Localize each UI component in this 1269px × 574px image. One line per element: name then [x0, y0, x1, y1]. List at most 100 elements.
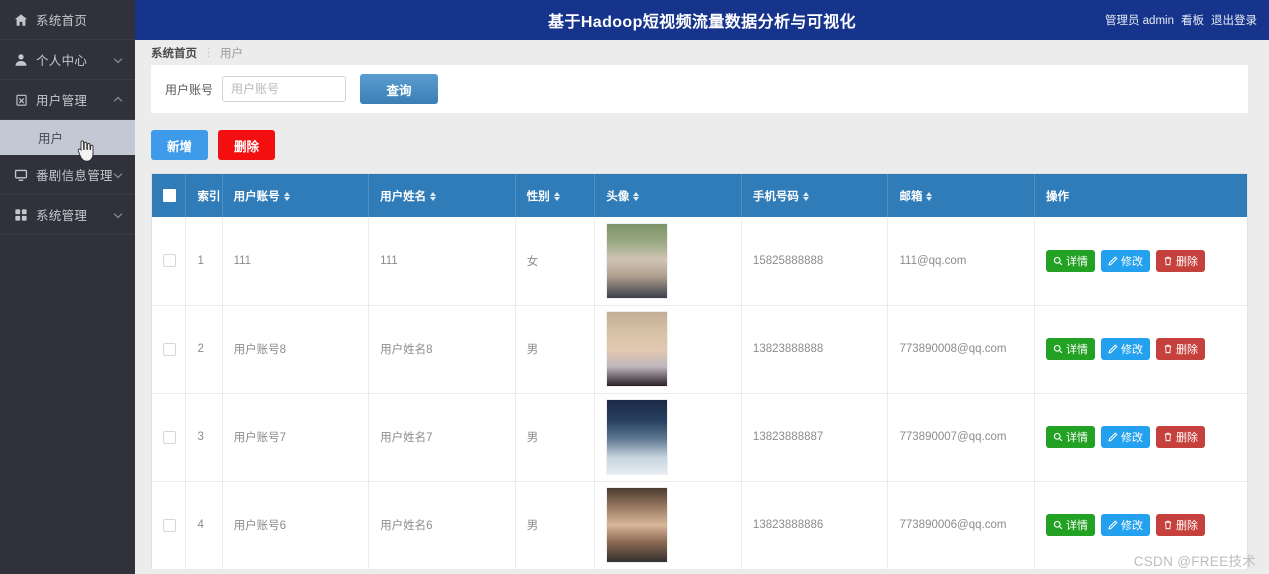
column-account-label: 用户账号 — [233, 190, 280, 203]
pencil-icon — [1108, 344, 1118, 354]
column-avatar-label: 头像 — [606, 190, 630, 203]
cell-email: 773890007@qq.com — [887, 393, 1036, 482]
column-index: 索引 — [185, 174, 223, 217]
row-delete-label: 删除 — [1176, 255, 1199, 268]
sidebar-item-personal-center[interactable]: 个人中心 — [0, 40, 135, 80]
avatar[interactable] — [606, 399, 669, 475]
row-detail-button[interactable]: 详情 — [1046, 338, 1096, 360]
search-input[interactable] — [222, 76, 347, 102]
sort-icon[interactable] — [430, 191, 437, 202]
row-delete-button[interactable]: 删除 — [1156, 426, 1206, 448]
cell-phone: 13823888888 — [741, 305, 889, 394]
topbar: 基于Hadoop短视频流量数据分析与可视化 管理员 admin 看板 退出登录 — [135, 0, 1269, 40]
table-row[interactable]: 4 用户账号6 用户姓名6 男 13823888886 773890006@qq.com 详… — [152, 481, 1247, 570]
cell-email: 773890006@qq.com — [887, 481, 1036, 570]
table-row[interactable]: 1 111 111 女 15825888888 111@qq.com 详情 修改 删除 — [152, 217, 1247, 306]
cell-account: 111 — [222, 217, 370, 306]
avatar[interactable] — [606, 222, 669, 299]
row-actions: 详情 修改 删除 — [1046, 514, 1236, 536]
cell-name: 用户姓名6 — [368, 481, 516, 570]
column-phone-label: 手机号码 — [752, 190, 799, 203]
logout-link[interactable]: 退出登录 — [1211, 12, 1257, 28]
row-edit-label: 修改 — [1121, 432, 1144, 444]
column-gender[interactable]: 性别 — [515, 174, 596, 217]
sidebar-item-home[interactable]: 系统首页 — [0, 0, 135, 40]
cell-avatar — [594, 393, 742, 482]
cell-account: 用户账号7 — [222, 393, 370, 482]
sidebar-item-users[interactable]: 用户 — [0, 120, 135, 155]
sort-icon[interactable] — [553, 191, 561, 202]
cell-gender: 男 — [515, 481, 596, 570]
avatar[interactable] — [606, 487, 669, 563]
row-edit-button[interactable]: 修改 — [1101, 338, 1151, 360]
sort-icon[interactable] — [926, 191, 933, 202]
column-avatar[interactable]: 头像 — [594, 174, 742, 217]
trash-icon — [1164, 344, 1172, 354]
search-field-label: 用户账号 — [165, 82, 214, 97]
sidebar-item-anime-info-management[interactable]: 番剧信息管理 — [0, 155, 135, 195]
topbar-actions: 管理员 admin 看板 退出登录 — [1105, 12, 1257, 28]
select-all-checkbox[interactable] — [163, 189, 176, 202]
row-detail-button[interactable]: 详情 — [1046, 514, 1096, 536]
row-actions: 详情 修改 删除 — [1046, 338, 1236, 360]
add-button[interactable]: 新增 — [151, 130, 209, 160]
row-detail-label: 详情 — [1066, 344, 1089, 356]
row-delete-button[interactable]: 删除 — [1156, 514, 1206, 536]
row-checkbox[interactable] — [163, 518, 176, 532]
row-checkbox[interactable] — [163, 254, 176, 268]
cell-name: 用户姓名8 — [368, 305, 516, 394]
row-edit-button[interactable]: 修改 — [1101, 249, 1151, 272]
row-detail-button[interactable]: 详情 — [1046, 426, 1096, 448]
table-row[interactable]: 3 用户账号7 用户姓名7 男 13823888887 773890007@qq.com 详… — [152, 393, 1247, 482]
cell-operations: 详情 修改 删除 — [1034, 305, 1247, 394]
admin-label: 管理员 admin — [1104, 15, 1174, 27]
table-row[interactable]: 2 用户账号8 用户姓名8 男 13823888888 773890008@qq.com 详… — [152, 305, 1247, 394]
row-actions: 详情 修改 删除 — [1046, 249, 1236, 272]
column-index-label: 索引 — [197, 190, 221, 203]
chevron-down-icon — [114, 55, 124, 65]
sidebar-item-system-management[interactable]: 系统管理 — [0, 195, 135, 235]
column-account[interactable]: 用户账号 — [222, 174, 370, 217]
cell-avatar — [594, 217, 742, 306]
cell-email: 111@qq.com — [887, 217, 1036, 306]
row-detail-label: 详情 — [1066, 255, 1089, 268]
row-delete-label: 删除 — [1176, 520, 1199, 532]
row-edit-button[interactable]: 修改 — [1101, 514, 1151, 536]
row-checkbox[interactable] — [163, 430, 176, 444]
main-area: 基于Hadoop短视频流量数据分析与可视化 管理员 admin 看板 退出登录 … — [135, 0, 1269, 574]
column-gender-label: 性别 — [526, 190, 550, 203]
row-edit-label: 修改 — [1121, 255, 1144, 268]
row-delete-label: 删除 — [1176, 344, 1199, 356]
sort-icon[interactable] — [633, 191, 640, 202]
column-name[interactable]: 用户姓名 — [368, 174, 516, 217]
row-delete-button[interactable]: 删除 — [1156, 338, 1206, 360]
delete-button[interactable]: 删除 — [218, 130, 276, 160]
row-delete-button[interactable]: 删除 — [1156, 249, 1206, 272]
row-detail-button[interactable]: 详情 — [1046, 249, 1096, 272]
avatar[interactable] — [606, 311, 669, 387]
trash-icon — [1164, 432, 1172, 442]
breadcrumb-home[interactable]: 系统首页 — [151, 45, 197, 61]
sort-icon[interactable] — [283, 191, 291, 202]
row-edit-label: 修改 — [1121, 344, 1144, 356]
row-edit-button[interactable]: 修改 — [1101, 426, 1151, 448]
cell-operations: 详情 修改 删除 — [1034, 217, 1247, 306]
cell-index: 1 — [185, 217, 223, 306]
cell-operations: 详情 修改 删除 — [1034, 481, 1247, 570]
sort-icon[interactable] — [802, 191, 810, 202]
column-phone[interactable]: 手机号码 — [741, 174, 889, 217]
column-name-label: 用户姓名 — [380, 190, 427, 203]
column-email[interactable]: 邮箱 — [887, 174, 1036, 217]
sidebar-item-users-label: 用户 — [38, 132, 64, 146]
toolbar: 新增 删除 — [151, 113, 1248, 173]
page-title: 基于Hadoop短视频流量数据分析与可视化 — [548, 14, 856, 31]
search-icon — [1053, 344, 1063, 354]
sidebar-item-user-management[interactable]: 用户管理 — [0, 80, 135, 120]
row-delete-label: 删除 — [1176, 432, 1199, 444]
cell-avatar — [594, 305, 742, 394]
board-link[interactable]: 看板 — [1181, 12, 1204, 28]
row-detail-label: 详情 — [1066, 520, 1089, 532]
row-checkbox[interactable] — [163, 342, 176, 356]
sidebar: 系统首页 个人中心 用户管理 用户 番剧信息管理 系统管理 — [0, 0, 135, 574]
query-button[interactable]: 查询 — [360, 74, 439, 104]
